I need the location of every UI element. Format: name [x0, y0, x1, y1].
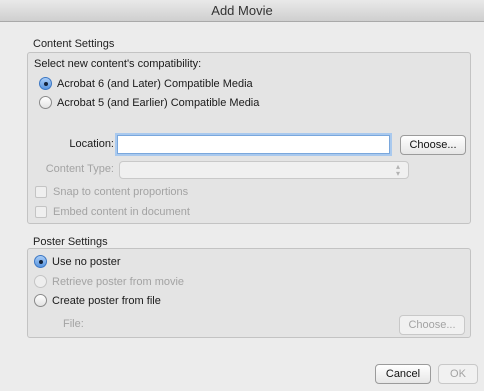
ok-button[interactable]: OK [438, 364, 478, 384]
cancel-button[interactable]: Cancel [375, 364, 431, 384]
radio-acrobat-5[interactable]: Acrobat 5 (and Earlier) Compatible Media [39, 96, 259, 109]
radio-label: Create poster from file [52, 294, 161, 307]
poster-file-label: File: [63, 318, 84, 330]
select-arrows-icon: ▴ ▾ [395, 162, 400, 178]
radio-acrobat-6[interactable]: Acrobat 6 (and Later) Compatible Media [39, 77, 253, 90]
snap-checkbox[interactable]: Snap to content proportions [35, 186, 188, 198]
location-input[interactable] [117, 135, 390, 154]
content-type-label: Content Type: [45, 163, 114, 175]
checkbox-icon [35, 186, 47, 198]
compat-prompt: Select new content's compatibility: [34, 58, 202, 70]
radio-button-icon [34, 294, 47, 307]
location-label: Location: [69, 138, 114, 150]
radio-use-no-poster[interactable]: Use no poster [34, 255, 120, 268]
poster-settings-group: Use no poster Retrieve poster from movie… [27, 248, 471, 338]
embed-checkbox[interactable]: Embed content in document [35, 206, 190, 218]
location-choose-button[interactable]: Choose... [400, 135, 466, 155]
radio-button-icon [34, 255, 47, 268]
radio-create-poster[interactable]: Create poster from file [34, 294, 161, 307]
content-settings-group: Select new content's compatibility: Acro… [27, 52, 471, 224]
embed-label: Embed content in document [53, 206, 190, 218]
radio-button-icon [34, 275, 47, 288]
window-titlebar: Add Movie [0, 0, 484, 22]
checkbox-icon [35, 206, 47, 218]
window-title: Add Movie [211, 3, 273, 18]
content-type-select[interactable]: ▴ ▾ [119, 161, 409, 179]
radio-button-icon [39, 96, 52, 109]
radio-label: Use no poster [52, 255, 121, 268]
content-settings-heading: Content Settings [33, 38, 115, 50]
radio-label: Retrieve poster from movie [52, 275, 185, 288]
radio-label: Acrobat 5 (and Earlier) Compatible Media [57, 96, 260, 109]
radio-button-icon [39, 77, 52, 90]
radio-label: Acrobat 6 (and Later) Compatible Media [57, 77, 253, 90]
poster-settings-heading: Poster Settings [33, 236, 108, 248]
snap-label: Snap to content proportions [53, 186, 189, 198]
poster-choose-button[interactable]: Choose... [399, 315, 465, 335]
radio-retrieve-poster[interactable]: Retrieve poster from movie [34, 275, 184, 288]
